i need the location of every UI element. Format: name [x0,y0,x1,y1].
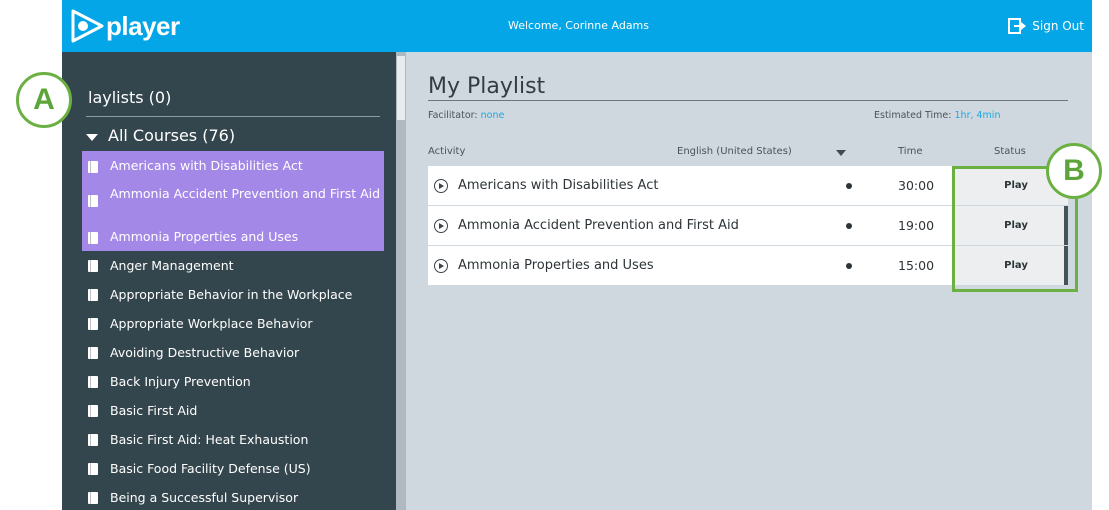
title-divider [428,100,1068,101]
book-icon [88,347,98,359]
sign-out-label: Sign Out [1032,19,1084,33]
activity-title[interactable]: Americans with Disabilities Act [458,166,658,206]
course-label: Basic Food Facility Defense (US) [110,461,311,476]
player-app: player Welcome, Corinne Adams Sign Out l… [62,0,1092,510]
facilitator-label: Facilitator: [428,110,478,121]
welcome-message: Welcome, Corinne Adams [508,19,650,32]
course-label: Being a Successful Supervisor [110,490,299,505]
course-item[interactable]: Americans with Disabilities Act [82,151,384,180]
logo-text: player [106,10,180,41]
estimated-time-value: 1hr, 4min [954,110,1001,121]
course-label: Ammonia Properties and Uses [110,229,299,244]
course-item[interactable]: Appropriate Behavior in the Workplace [82,280,384,309]
course-item[interactable]: Being a Successful Supervisor [82,483,384,510]
course-item[interactable]: Appropriate Workplace Behavior [82,309,384,338]
book-icon [88,232,98,244]
facilitator-info: Facilitator: none [428,110,504,121]
book-icon [88,260,98,272]
course-item[interactable]: Anger Management [82,251,384,280]
play-circle-icon[interactable] [434,179,448,193]
column-header-activity: Activity [428,146,466,157]
book-icon [88,318,98,330]
course-label: Basic First Aid [110,403,198,418]
sign-out-button[interactable]: Sign Out [1008,0,1084,52]
column-header-time: Time [898,146,923,157]
course-item[interactable]: Avoiding Destructive Behavior [82,338,384,367]
callout-a: A [16,72,72,128]
language-dot [846,183,852,189]
estimated-time: Estimated Time: 1hr, 4min [874,110,1000,121]
book-icon [88,405,98,417]
course-label: Anger Management [110,258,234,273]
sidebar-scroll-thumb[interactable] [397,56,405,120]
language-selector[interactable]: English (United States) [677,146,792,157]
book-icon [88,434,98,446]
page-title: My Playlist [428,74,546,99]
all-courses-label: All Courses [108,126,198,145]
book-icon [88,463,98,475]
column-header-status: Status [994,146,1026,157]
book-icon [88,161,98,173]
all-courses-toggle[interactable]: All Courses (76) [86,126,235,145]
language-dot [846,223,852,229]
book-icon [88,289,98,301]
course-label: Appropriate Workplace Behavior [110,316,313,331]
book-icon [88,195,98,207]
course-list: Americans with Disabilities Act Ammonia … [82,151,384,510]
estimated-time-label: Estimated Time: [874,110,952,121]
course-label: Basic First Aid: Heat Exhaustion [110,432,309,447]
dropdown-arrow-icon[interactable] [836,150,846,156]
play-circle-icon[interactable] [434,219,448,233]
caret-down-icon [86,133,98,141]
sidebar-scrollbar[interactable] [396,52,406,510]
book-icon [88,492,98,504]
activity-time: 19:00 [898,218,935,233]
course-label: Appropriate Behavior in the Workplace [110,287,353,302]
top-bar: player Welcome, Corinne Adams Sign Out [62,0,1092,52]
course-label: Americans with Disabilities Act [110,158,303,173]
sidebar-divider [86,116,380,117]
activity-title[interactable]: Ammonia Accident Prevention and First Ai… [458,206,739,246]
logo[interactable]: player [70,6,180,46]
course-item[interactable]: Ammonia Properties and Uses [82,222,384,251]
course-item[interactable]: Basic First Aid [82,396,384,425]
language-dot [846,263,852,269]
sign-out-icon [1008,18,1027,34]
sidebar: laylists (0) All Courses (76) Americans … [62,52,396,510]
activity-time: 15:00 [898,258,935,273]
course-item[interactable]: Ammonia Accident Prevention and First Ai… [82,180,384,222]
course-item[interactable]: Back Injury Prevention [82,367,384,396]
playlists-header[interactable]: laylists (0) [88,88,171,107]
play-circle-icon[interactable] [434,259,448,273]
course-item[interactable]: Basic First Aid: Heat Exhaustion [82,425,384,454]
course-label: Back Injury Prevention [110,374,251,389]
player-logo-icon [71,9,104,43]
facilitator-value[interactable]: none [481,110,505,121]
book-icon [88,376,98,388]
callout-b: B [1046,143,1102,199]
course-label: Avoiding Destructive Behavior [110,345,300,360]
course-label: Ammonia Accident Prevention and First Ai… [110,186,381,201]
course-item[interactable]: Basic Food Facility Defense (US) [82,454,384,483]
all-courses-count: (76) [202,126,236,145]
activity-title[interactable]: Ammonia Properties and Uses [458,246,654,286]
activity-time: 30:00 [898,178,935,193]
